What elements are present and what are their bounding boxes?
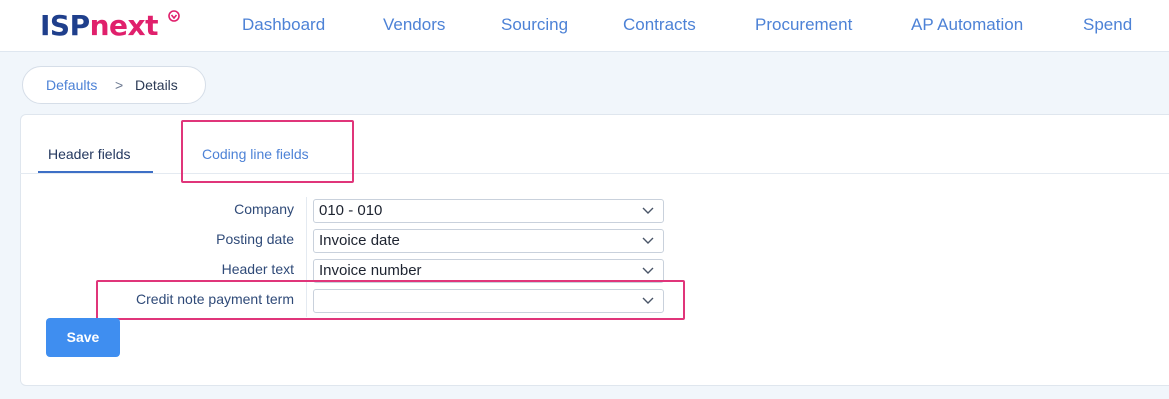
top-navbar: ISPnext Dashboard Vendors Sourcing Contr…	[0, 0, 1169, 52]
tab-header-fields[interactable]: Header fields	[48, 145, 131, 163]
breadcrumb: Defaults > Details	[22, 66, 206, 104]
logo-text-next: next	[89, 9, 159, 42]
logo-heart-icon	[168, 10, 180, 22]
breadcrumb-link-defaults[interactable]: Defaults	[46, 67, 97, 103]
save-button[interactable]: Save	[46, 318, 120, 357]
nav-dashboard[interactable]: Dashboard	[242, 14, 325, 36]
posting-date-label: Posting date	[216, 231, 294, 247]
logo-text-isp: ISP	[40, 9, 90, 42]
ispnext-logo[interactable]: ISPnext	[40, 8, 180, 44]
nav-spend[interactable]: Spend	[1083, 14, 1132, 36]
chevron-down-icon	[642, 267, 654, 274]
active-tab-indicator	[38, 171, 153, 173]
posting-date-select-value: Invoice date	[319, 232, 400, 249]
header-text-select-value: Invoice number	[319, 262, 422, 279]
nav-vendors[interactable]: Vendors	[383, 14, 445, 36]
company-select-value: 010 - 010	[319, 202, 383, 219]
chevron-down-icon	[642, 297, 654, 304]
breadcrumb-current: Details	[135, 77, 178, 93]
chevron-down-icon	[642, 237, 654, 244]
tabs-divider	[20, 173, 1169, 174]
header-text-select[interactable]: Invoice number	[313, 259, 664, 283]
header-text-label: Header text	[221, 261, 294, 277]
nav-contracts[interactable]: Contracts	[623, 14, 696, 36]
nav-procurement[interactable]: Procurement	[755, 14, 852, 36]
company-select[interactable]: 010 - 010	[313, 199, 664, 223]
nav-sourcing[interactable]: Sourcing	[501, 14, 568, 36]
form-column-divider	[306, 197, 307, 317]
tab-coding-line-fields[interactable]: Coding line fields	[202, 145, 309, 163]
nav-ap-automation[interactable]: AP Automation	[911, 14, 1023, 36]
credit-note-payment-term-label: Credit note payment term	[136, 291, 294, 307]
chevron-down-icon	[642, 207, 654, 214]
credit-note-payment-term-select[interactable]	[313, 289, 664, 313]
posting-date-select[interactable]: Invoice date	[313, 229, 664, 253]
company-label: Company	[234, 201, 294, 217]
breadcrumb-separator: >	[115, 77, 124, 93]
